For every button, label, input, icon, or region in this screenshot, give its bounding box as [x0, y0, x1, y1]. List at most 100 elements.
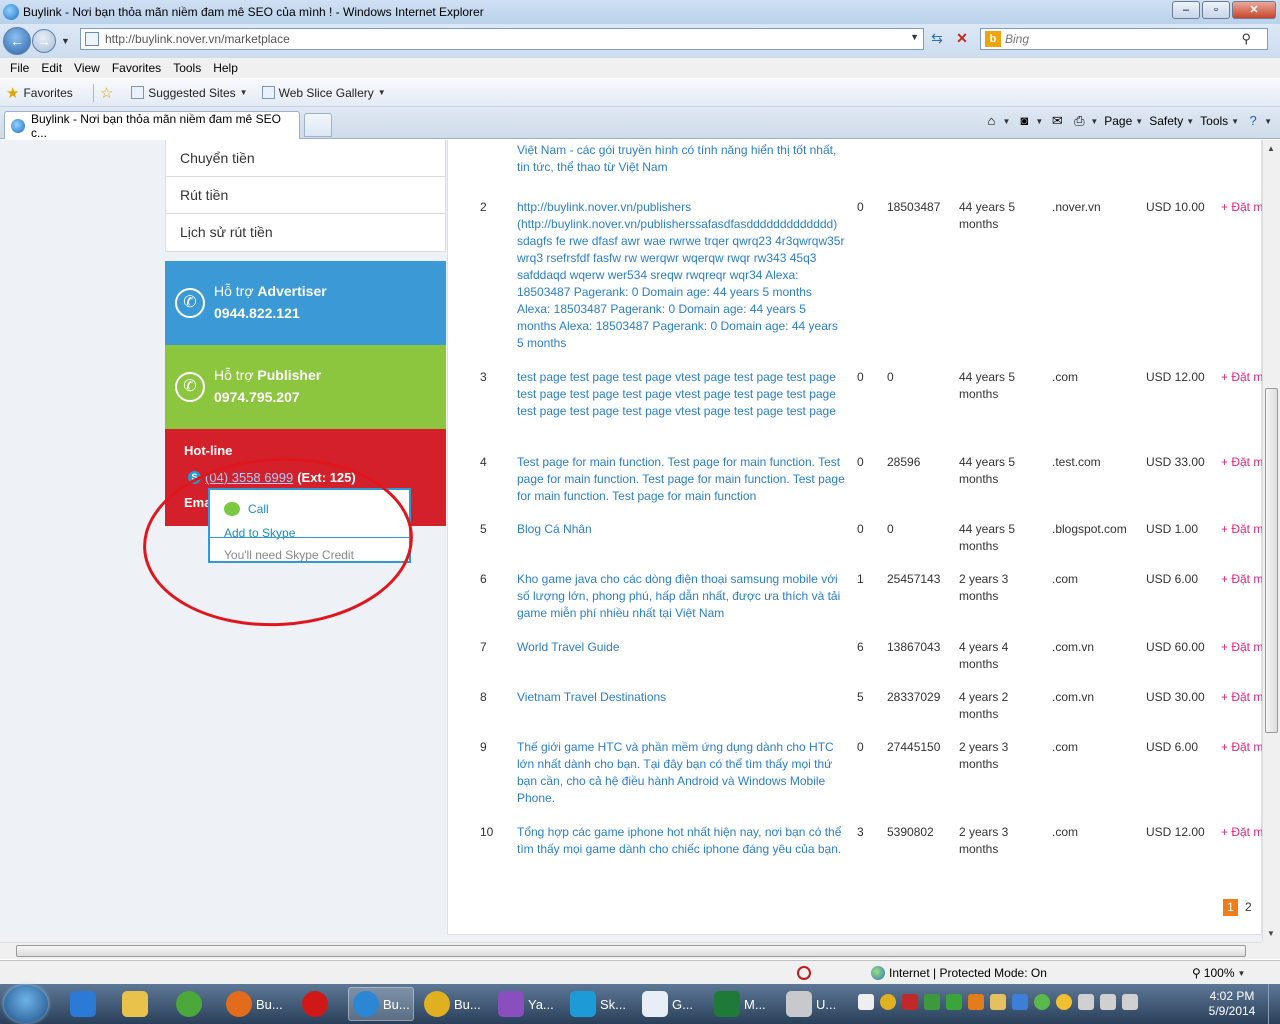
pagerank-value: 0: [857, 455, 864, 469]
url-input[interactable]: [105, 32, 885, 46]
excel-icon: [714, 991, 740, 1017]
order-link[interactable]: + Đặt m: [1221, 369, 1262, 386]
firefox-icon: [226, 991, 252, 1017]
taskbar-yahoo[interactable]: Ya...: [494, 987, 560, 1021]
taskbar-gtalk[interactable]: G...: [638, 987, 704, 1021]
taskbar-ie[interactable]: Bu...: [348, 987, 414, 1021]
tray-flag-icon[interactable]: [1078, 994, 1094, 1010]
new-tab-button[interactable]: [304, 113, 332, 137]
search-icon[interactable]: ⚲: [1241, 31, 1251, 47]
suggested-sites-link[interactable]: Suggested Sites ▼: [131, 86, 248, 100]
menu-favorites[interactable]: Favorites: [106, 61, 167, 75]
tray-chat-icon[interactable]: [858, 994, 874, 1010]
mail-button[interactable]: ✉: [1049, 113, 1065, 129]
site-link[interactable]: Tổng hợp các game iphone hot nhất hiện n…: [517, 824, 845, 858]
menu-file[interactable]: File: [4, 61, 35, 75]
help-button[interactable]: ? ▼: [1245, 113, 1272, 129]
site-link[interactable]: Blog Cá Nhân: [517, 521, 845, 538]
site-link[interactable]: http://buylink.nover.vn/publishers (http…: [517, 199, 845, 352]
taskbar-chrome[interactable]: Bu...: [420, 987, 486, 1021]
taskbar-ultraviewer[interactable]: U...: [782, 987, 848, 1021]
print-button[interactable]: ⎙ ▼: [1071, 113, 1098, 129]
order-link[interactable]: + Đặt m: [1221, 521, 1262, 538]
tray-volume-icon[interactable]: [1122, 994, 1138, 1010]
order-link[interactable]: + Đặt m: [1221, 454, 1262, 471]
page-menu[interactable]: Page ▼: [1104, 114, 1143, 128]
menu-help[interactable]: Help: [207, 61, 244, 75]
site-link[interactable]: test page test page test page vtest page…: [517, 369, 845, 420]
stop-button[interactable]: ✕: [951, 28, 973, 50]
search-box[interactable]: b ⚲: [980, 28, 1268, 50]
horizontal-scrollbar[interactable]: [0, 942, 1262, 959]
order-link[interactable]: + Đặt m: [1221, 824, 1262, 841]
tray-green-icon[interactable]: [946, 994, 962, 1010]
zoom-level: 100%: [1203, 966, 1235, 980]
page-icon: [85, 32, 99, 46]
taskbar-coccoc[interactable]: [172, 987, 206, 1021]
menu-tools[interactable]: Tools: [167, 61, 207, 75]
tray-orange-icon[interactable]: [968, 994, 984, 1010]
start-button[interactable]: [4, 985, 48, 1023]
taskbar-explorer[interactable]: [118, 987, 152, 1021]
page-2-button[interactable]: 2: [1245, 899, 1252, 916]
taskbar-excel[interactable]: M...: [710, 987, 776, 1021]
scroll-down-icon[interactable]: ▼: [1267, 929, 1275, 938]
vertical-scrollbar[interactable]: ▲ ▼: [1262, 140, 1280, 942]
search-input[interactable]: [1005, 32, 1235, 46]
site-link[interactable]: World Travel Guide: [517, 639, 845, 656]
system-clock[interactable]: 4:02 PM 5/9/2014: [1200, 989, 1264, 1019]
menu-view[interactable]: View: [68, 61, 106, 75]
tray-drive-icon[interactable]: [924, 994, 940, 1010]
zoom-control[interactable]: ⚲ 100% ▼: [1192, 966, 1245, 980]
site-link[interactable]: Thế giới game HTC và phần mềm ứng dụng d…: [517, 739, 845, 807]
taskbar-skype[interactable]: Sk...: [566, 987, 632, 1021]
tray-smiley-icon[interactable]: [1056, 994, 1072, 1010]
favorites-button[interactable]: ★ Favorites: [6, 84, 73, 102]
show-desktop-button[interactable]: [1268, 984, 1280, 1024]
vertical-scroll-thumb[interactable]: [1265, 388, 1278, 733]
order-link[interactable]: + Đặt m: [1221, 739, 1262, 756]
forward-button[interactable]: →: [32, 29, 56, 53]
order-link[interactable]: + Đặt m: [1221, 199, 1262, 216]
popup-blocked-icon[interactable]: [797, 966, 811, 980]
web-slice-gallery-link[interactable]: Web Slice Gallery ▼: [261, 86, 386, 100]
refresh-button[interactable]: ⇆: [926, 28, 948, 50]
menu-edit[interactable]: Edit: [35, 61, 68, 75]
minimize-button[interactable]: –: [1172, 1, 1200, 19]
tray-chrome-icon[interactable]: [880, 994, 896, 1010]
order-link[interactable]: + Đặt m: [1221, 689, 1262, 706]
site-link[interactable]: Vietnam Travel Destinations: [517, 689, 845, 706]
back-button[interactable]: ←: [3, 27, 31, 55]
recent-pages-dropdown[interactable]: ▼: [61, 36, 70, 46]
tray-v-icon[interactable]: [902, 994, 918, 1010]
site-link[interactable]: Kho game java cho các dòng điện thoại sa…: [517, 571, 845, 622]
order-link[interactable]: + Đặt m: [1221, 639, 1262, 656]
tray-display-icon[interactable]: [1100, 994, 1116, 1010]
close-button[interactable]: ✕: [1232, 1, 1276, 19]
sidebar-item-withdraw[interactable]: Rút tiền: [166, 177, 445, 214]
safety-menu[interactable]: Safety ▼: [1149, 114, 1194, 128]
feeds-button[interactable]: ◙ ▼: [1016, 113, 1043, 129]
order-link[interactable]: + Đặt m: [1221, 571, 1262, 588]
address-bar[interactable]: ▼: [80, 28, 924, 50]
maximize-button[interactable]: ▫: [1202, 1, 1230, 19]
security-zone[interactable]: Internet | Protected Mode: On: [871, 966, 1047, 980]
home-button[interactable]: ⌂ ▼: [983, 113, 1011, 129]
sidebar-item-withdraw-history[interactable]: Lịch sử rút tiền: [166, 214, 445, 251]
site-link[interactable]: Test page for main function. Test page f…: [517, 454, 845, 505]
site-link[interactable]: Việt Nam - các gói truyền hình có tính n…: [517, 142, 845, 176]
sidebar-item-transfer[interactable]: Chuyển tiền: [166, 140, 445, 177]
chevron-down-icon[interactable]: ▼: [910, 32, 919, 42]
tray-dropbox-icon[interactable]: [1012, 994, 1028, 1010]
tab-buylink[interactable]: Buylink - Nơi bạn thỏa mãn niềm đam mê S…: [4, 111, 300, 140]
tray-folder-icon[interactable]: [990, 994, 1006, 1010]
add-favorite-button[interactable]: ☆: [100, 84, 117, 102]
scroll-up-icon[interactable]: ▲: [1267, 144, 1275, 153]
taskbar-firefox[interactable]: Bu...: [222, 987, 288, 1021]
tray-network-icon[interactable]: [1034, 994, 1050, 1010]
taskbar-opera[interactable]: [298, 987, 332, 1021]
taskbar-media-player[interactable]: [66, 987, 100, 1021]
page-1-button[interactable]: 1: [1223, 899, 1238, 916]
tools-menu[interactable]: Tools ▼: [1200, 114, 1239, 128]
horizontal-scroll-thumb[interactable]: [16, 945, 1246, 957]
